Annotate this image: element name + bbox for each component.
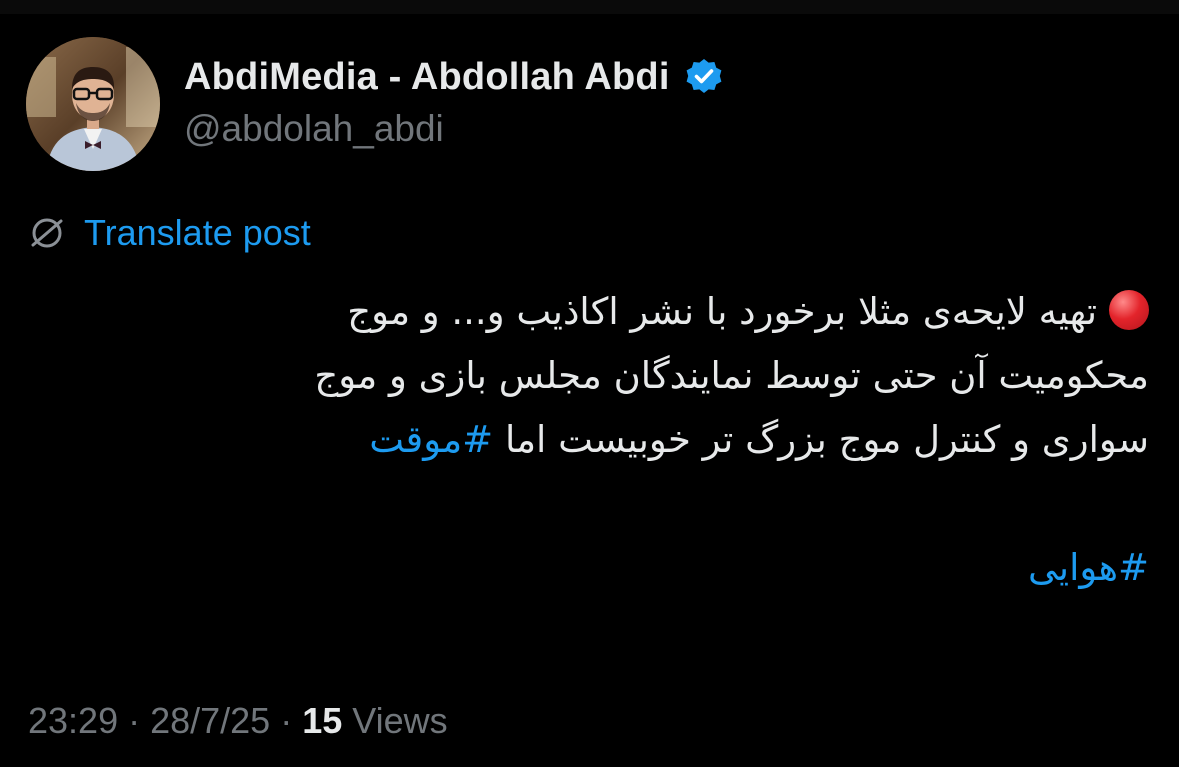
post-line-3-text: سواری و کنترل موج بزرگ تر خوبیست اما: [493, 418, 1149, 461]
author-name-row[interactable]: AbdiMedia - Abdollah Abdi: [184, 52, 724, 102]
post-text: تهیه لایحه‌ی مثلا برخورد با نشر اکاذیب و…: [29, 280, 1149, 600]
post-line-3: سواری و کنترل موج بزرگ تر خوبیست اما #مو…: [29, 408, 1149, 472]
author-display-name[interactable]: AbdiMedia - Abdollah Abdi: [184, 56, 670, 99]
meta-separator-1: ·: [128, 700, 141, 741]
top-edge: [0, 0, 1179, 14]
post-time[interactable]: 23:29: [28, 700, 118, 742]
post-line-1: تهیه لایحه‌ی مثلا برخورد با نشر اکاذیب و…: [29, 280, 1149, 344]
hashtag-link-1[interactable]: #موقت: [369, 418, 493, 461]
globe-slash-icon: [31, 218, 63, 248]
post-line-1-text: تهیه لایحه‌ی مثلا برخورد با نشر اکاذیب و…: [347, 290, 1097, 333]
translate-post-link[interactable]: Translate post: [84, 212, 311, 254]
translate-post[interactable]: Translate post: [28, 210, 311, 256]
post-line-2: محکومیت آن حتی توسط نمایندگان مجلس بازی …: [314, 354, 1149, 397]
avatar[interactable]: [26, 37, 160, 171]
post-date[interactable]: 28/7/25: [150, 700, 270, 742]
views-label[interactable]: Views: [352, 700, 447, 742]
profile-photo-icon: [26, 37, 160, 171]
verified-badge-icon[interactable]: [684, 57, 724, 97]
post-blank-line: [29, 472, 1149, 536]
post-line-5: #هوایی: [29, 536, 1149, 600]
views-count[interactable]: 15: [302, 700, 342, 742]
hashtag-link-2[interactable]: #هوایی: [1028, 546, 1149, 589]
meta-separator-2: ·: [280, 700, 293, 741]
post-meta: 23:29 · 28/7/25 · 15 Views: [28, 698, 448, 744]
red-circle-icon: [1109, 290, 1149, 330]
author-handle[interactable]: @abdolah_abdi: [184, 108, 444, 150]
